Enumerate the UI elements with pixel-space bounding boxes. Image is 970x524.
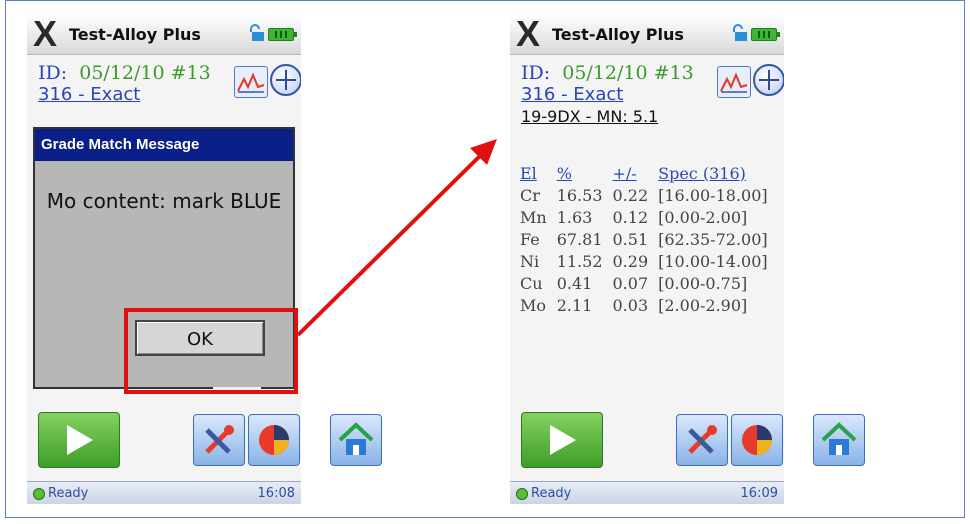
callout-arrow [296,139,497,337]
